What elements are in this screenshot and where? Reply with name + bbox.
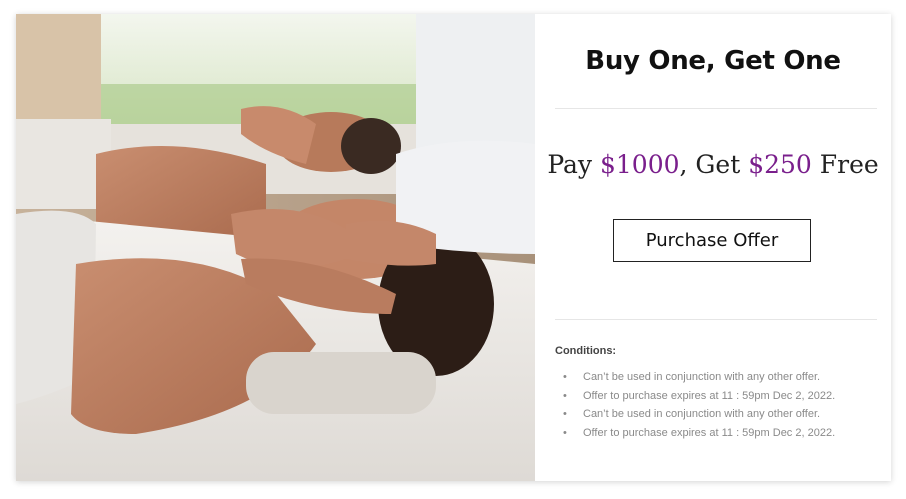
conditions-label: Conditions: <box>555 345 617 357</box>
offer-panel: Buy One, Get One Pay $1000, Get $250 Fre… <box>535 14 891 481</box>
divider <box>555 319 877 320</box>
offer-card: Buy One, Get One Pay $1000, Get $250 Fre… <box>16 14 891 481</box>
bullet-icon: • <box>563 426 567 439</box>
condition-item: • Offer to purchase expires at 11 : 59pm … <box>563 424 835 443</box>
offer-title: Buy One, Get One <box>585 46 841 76</box>
offer-suffix: Free <box>819 150 879 179</box>
condition-item: • Can’t be used in conjunction with any o… <box>563 368 835 387</box>
conditions-list: • Can’t be used in conjunction with any o… <box>563 368 835 442</box>
condition-item: • Can’t be used in conjunction with any o… <box>563 405 835 424</box>
offer-mid: , Get <box>679 150 741 179</box>
divider <box>555 108 877 109</box>
pay-amount: $1000 <box>600 150 680 179</box>
bullet-icon: • <box>563 371 567 383</box>
bullet-icon: • <box>563 408 567 420</box>
condition-text: Can’t be used in conjunction with any ot… <box>583 408 821 420</box>
condition-text: Can’t be used in conjunction with any ot… <box>583 371 821 383</box>
purchase-offer-button[interactable]: Purchase Offer <box>613 219 811 262</box>
condition-item: • Offer to purchase expires at 11 : 59pm … <box>563 387 835 406</box>
condition-text: Offer to purchase expires at 11 : 59pm D… <box>583 389 836 402</box>
spa-massage-image <box>16 14 535 481</box>
offer-price-line: Pay $1000, Get $250 Free <box>535 150 891 179</box>
condition-text: Offer to purchase expires at 11 : 59pm D… <box>583 426 836 439</box>
free-amount: $250 <box>748 150 812 179</box>
offer-prefix: Pay <box>547 150 593 179</box>
bullet-icon: • <box>563 389 567 402</box>
